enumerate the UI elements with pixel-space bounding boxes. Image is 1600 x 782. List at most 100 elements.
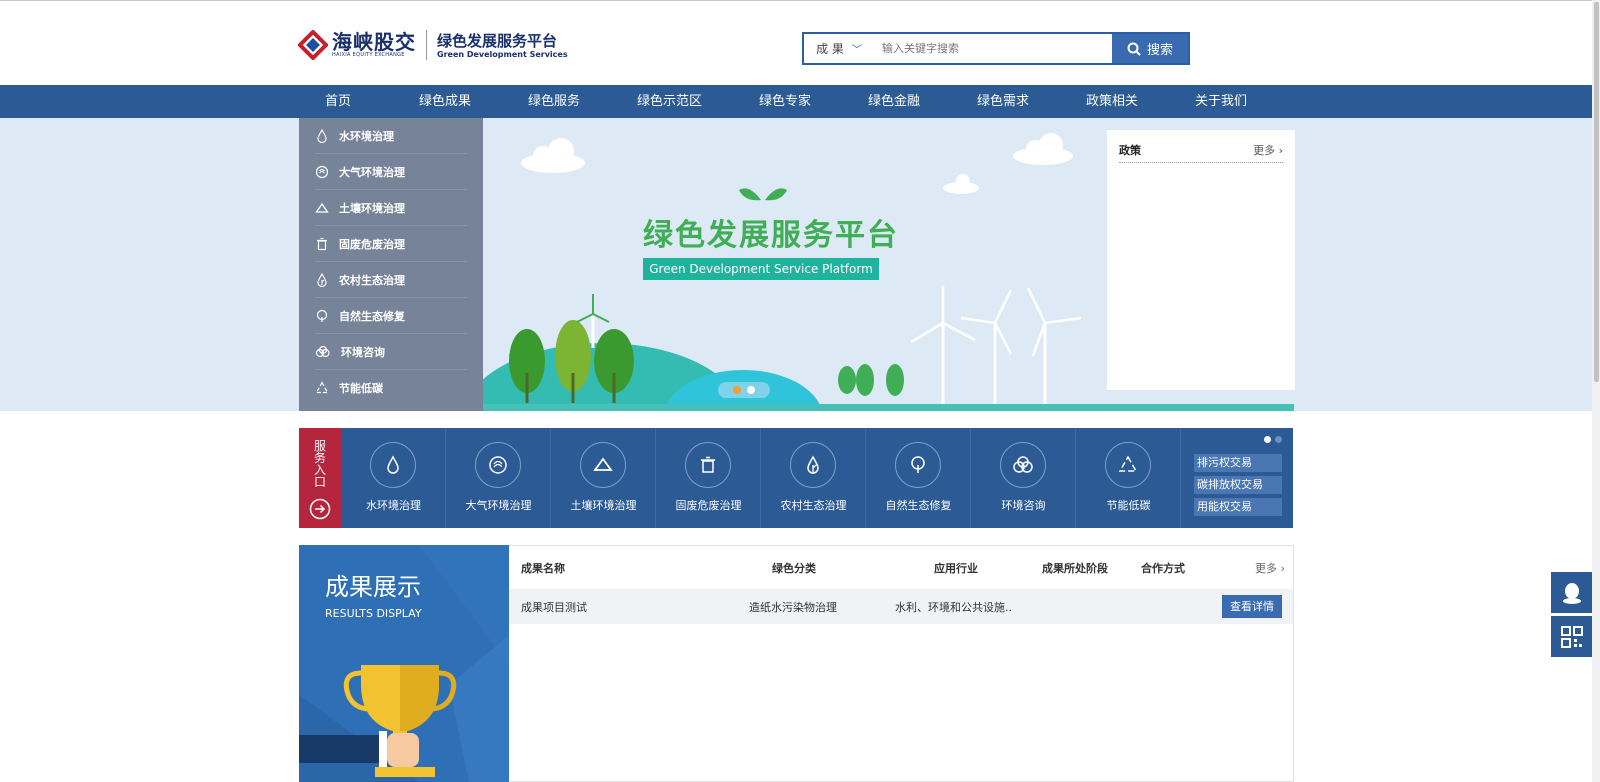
service-item-label: 节能低碳 <box>1106 499 1151 512</box>
banner-dot-2[interactable] <box>747 386 755 394</box>
sidebar-item-label: 自然生态修复 <box>339 309 405 323</box>
column-header-stage: 成果所处阶段 <box>1042 562 1108 575</box>
search-category-select[interactable]: 成 果 ﹀ <box>804 34 874 63</box>
policy-title: 政策 <box>1119 144 1141 157</box>
service-item-label: 水环境治理 <box>366 499 421 512</box>
service-item-water[interactable]: 水环境治理 <box>341 428 446 528</box>
results-table: 成果名称 绿色分类 应用行业 成果所处阶段 合作方式 更多 › 成果项目测试 造… <box>509 545 1294 782</box>
service-item-air[interactable]: 大气环境治理 <box>446 428 551 528</box>
water-drop-icon <box>317 128 327 143</box>
results-subtitle: RESULTS DISPLAY <box>325 607 422 620</box>
policy-more-link[interactable]: 更多 › <box>1253 142 1283 162</box>
nav-item-finance[interactable]: 绿色金融 <box>868 85 920 118</box>
search-input[interactable] <box>874 34 1112 63</box>
service-item-low-carbon[interactable]: 节能低碳 <box>1076 428 1181 528</box>
search-bar: 成 果 ﹀ 搜索 <box>802 32 1190 65</box>
sidebar-item-soil[interactable]: 土壤环境治理 <box>315 190 467 226</box>
sidebar-item-rural[interactable]: 农村生态治理 <box>315 262 467 298</box>
column-header-cooperation: 合作方式 <box>1141 562 1185 575</box>
cell-category: 造纸水污染物治理 <box>749 601 837 614</box>
service-item-label: 自然生态修复 <box>885 499 952 512</box>
platform-subtitle: Green Development Services <box>437 49 568 59</box>
site-logo[interactable]: 海峡股交 HAIXIA EQUITY EXCHANGE 绿色发展服务平台 Gre… <box>297 28 568 62</box>
service-item-rural[interactable]: 农村生态治理 <box>761 428 866 528</box>
service-item-waste[interactable]: 固废危废治理 <box>656 428 761 528</box>
nav-item-experts[interactable]: 绿色专家 <box>759 85 811 118</box>
service-item-label: 土壤环境治理 <box>570 499 637 512</box>
search-button[interactable]: 搜索 <box>1112 34 1188 63</box>
sidebar-item-label: 环境咨询 <box>341 345 385 359</box>
tree-icon <box>895 442 941 488</box>
nav-item-about[interactable]: 关于我们 <box>1195 85 1247 118</box>
chevron-right-icon: › <box>1280 562 1285 575</box>
leaf-drop-icon <box>790 442 836 488</box>
soil-icon <box>315 202 329 213</box>
sidebar-item-consulting[interactable]: 环境咨询 <box>315 334 467 370</box>
chevron-right-icon: › <box>1278 144 1283 157</box>
policy-header: 政策 更多 › <box>1119 142 1283 163</box>
soil-icon <box>580 442 626 488</box>
cell-industry: 水利、环境和公共设施.. <box>895 601 1012 614</box>
water-drop-icon <box>370 442 416 488</box>
service-pagination <box>1264 436 1282 443</box>
recycle-icon <box>1105 442 1151 488</box>
policy-panel: 政策 更多 › <box>1107 130 1295 390</box>
sidebar-item-waste[interactable]: 固废危废治理 <box>315 226 467 262</box>
policy-more-label: 更多 <box>1253 144 1276 157</box>
logo-cn-text: 海峡股交 <box>332 30 416 54</box>
main-nav: 首页 绿色成果 绿色服务 绿色示范区 绿色专家 绿色金融 绿色需求 政策相关 关… <box>0 85 1592 118</box>
cell-name: 成果项目测试 <box>521 601 587 614</box>
search-category-label: 成 果 <box>816 42 844 56</box>
nav-item-demo-zone[interactable]: 绿色示范区 <box>637 85 702 118</box>
cloud-icon <box>1000 442 1046 488</box>
top-divider <box>0 0 1600 1</box>
service-entry-label: 服务入口 <box>299 428 341 528</box>
banner-ribbon: Green Development Service Platform <box>643 258 879 280</box>
service-item-nature[interactable]: 自然生态修复 <box>866 428 971 528</box>
leaf-drop-icon <box>317 272 327 287</box>
banner-title: 绿色发展服务平台 <box>643 218 899 253</box>
nav-item-demands[interactable]: 绿色需求 <box>977 85 1029 118</box>
service-dot-2[interactable] <box>1275 436 1282 443</box>
sidebar-item-nature[interactable]: 自然生态修复 <box>315 298 467 334</box>
sidebar-item-label: 土壤环境治理 <box>339 201 405 215</box>
sidebar-item-air[interactable]: 大气环境治理 <box>315 154 467 190</box>
qq-chat-button[interactable] <box>1551 572 1592 613</box>
nav-item-policy[interactable]: 政策相关 <box>1086 85 1138 118</box>
air-icon <box>475 442 521 488</box>
sidebar-item-low-carbon[interactable]: 节能低碳 <box>315 370 467 406</box>
sidebar-item-label: 农村生态治理 <box>339 273 405 287</box>
qr-code-button[interactable] <box>1551 616 1592 657</box>
banner-dot-1[interactable] <box>733 386 741 394</box>
scrollbar-thumb[interactable] <box>1594 2 1599 382</box>
trade-link-carbon[interactable]: 碳排放权交易 <box>1194 476 1282 494</box>
sidebar-item-water[interactable]: 水环境治理 <box>315 118 467 154</box>
service-item-soil[interactable]: 土壤环境治理 <box>551 428 656 528</box>
table-row[interactable]: 成果项目测试 造纸水污染物治理 水利、环境和公共设施.. 查看详情 <box>509 589 1293 624</box>
chevron-down-icon: ﹀ <box>851 45 862 56</box>
trade-link-emission[interactable]: 排污权交易 <box>1194 454 1282 472</box>
service-entry-text: 服务入口 <box>313 439 326 489</box>
service-item-consulting[interactable]: 环境咨询 <box>971 428 1076 528</box>
nav-item-home[interactable]: 首页 <box>325 85 351 118</box>
view-details-button[interactable]: 查看详情 <box>1222 595 1282 618</box>
sidebar-item-label: 固废危废治理 <box>339 237 405 251</box>
nav-item-green-services[interactable]: 绿色服务 <box>528 85 580 118</box>
column-header-category: 绿色分类 <box>772 562 816 575</box>
service-dot-1[interactable] <box>1264 436 1271 443</box>
qr-code-icon <box>1560 625 1583 648</box>
air-icon <box>315 165 329 178</box>
cloud-icon <box>315 345 330 357</box>
service-item-label: 环境咨询 <box>1001 499 1046 512</box>
sidebar-item-label: 节能低碳 <box>339 382 383 395</box>
results-more-link[interactable]: 更多 › <box>1255 560 1285 576</box>
trade-link-energy[interactable]: 用能权交易 <box>1194 498 1282 516</box>
column-header-industry: 应用行业 <box>934 562 978 575</box>
category-sidebar: 水环境治理 大气环境治理 土壤环境治理 固废危废治理 农村生态治理 自然生态修复… <box>299 118 483 411</box>
arrow-right-circle-icon[interactable] <box>309 498 331 524</box>
service-item-label: 农村生态治理 <box>780 499 847 512</box>
logo-en-text: HAIXIA EQUITY EXCHANGE <box>332 52 405 58</box>
search-button-label: 搜索 <box>1146 43 1173 58</box>
search-icon <box>1127 42 1141 56</box>
nav-item-green-results[interactable]: 绿色成果 <box>419 85 471 118</box>
